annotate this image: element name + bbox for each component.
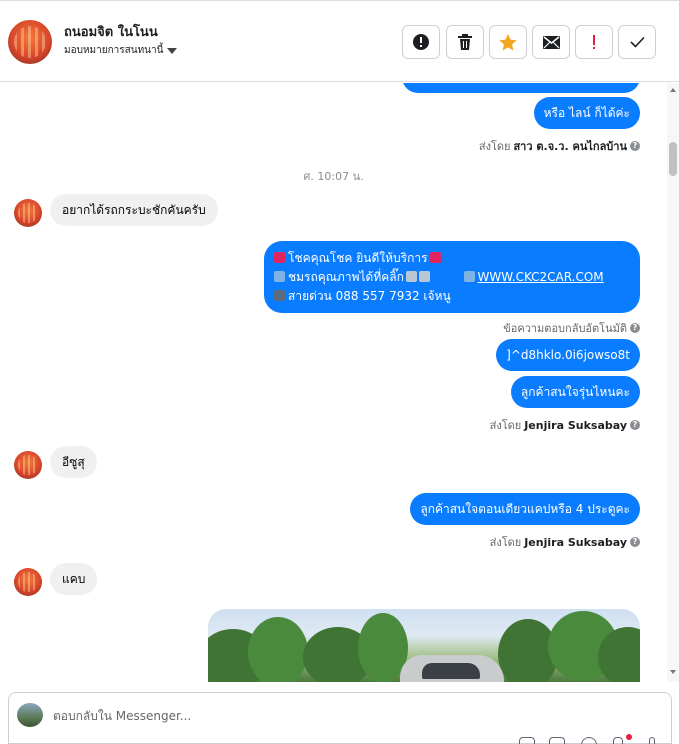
contact-avatar[interactable] <box>8 20 52 64</box>
sparkle-emoji-icon <box>274 252 285 263</box>
outgoing-message[interactable]: หรือ ไลน์ ก็ได้ค่ะ <box>533 97 640 129</box>
delete-button[interactable] <box>446 25 484 59</box>
outgoing-message-partial[interactable] <box>402 83 640 93</box>
exclamation-icon <box>593 35 595 49</box>
sent-by-label: ส่งโดย Jenjira Suksabay ? <box>490 533 640 551</box>
sent-by-agent: Jenjira Suksabay <box>524 535 627 549</box>
reply-input[interactable] <box>53 705 473 727</box>
done-button[interactable] <box>618 25 656 59</box>
contact-avatar-small[interactable] <box>14 568 42 596</box>
caret-down-icon <box>167 47 178 54</box>
scroll-up-arrow-icon[interactable] <box>670 88 676 92</box>
check-icon <box>629 36 645 48</box>
envelope-icon <box>542 35 560 49</box>
play-emoji-icon <box>274 271 285 282</box>
spam-button[interactable] <box>575 25 613 59</box>
sent-by-label: ส่งโดย Jenjira Suksabay ? <box>490 416 640 434</box>
tree-shape <box>248 617 308 682</box>
down-arrow-emoji-icon <box>418 271 430 282</box>
auto-reply-line-3: สายด่วน 088 557 7932 เจ้หนู <box>274 287 630 306</box>
auto-reply-message[interactable]: โชคคุณโชค ยินดีให้บริการ ชมรถคุณภาพได้ที… <box>264 241 640 313</box>
message-timestamp: ศ. 10:07 น. <box>303 170 364 183</box>
sparkle-emoji-icon <box>429 252 441 263</box>
scrollbar-thumb[interactable] <box>669 142 677 176</box>
star-button[interactable] <box>489 25 527 59</box>
contact-avatar-small[interactable] <box>14 451 42 479</box>
message-thread[interactable]: หรือ ไลน์ ก็ได้ค่ะ ส่งโดย สาว ต.จ.ว. คนไ… <box>0 83 667 682</box>
assign-conversation-dropdown[interactable]: มอบหมายการสนทนานี้ <box>64 43 178 58</box>
assign-label: มอบหมายการสนทนานี้ <box>64 45 164 56</box>
star-icon <box>499 33 517 50</box>
outgoing-message[interactable]: ลูกค้าสนใจตอนเดียวแคปหรือ 4 ประตูคะ <box>410 493 640 525</box>
alert-circle-icon <box>413 34 429 50</box>
incoming-message[interactable]: แคบ <box>50 563 98 595</box>
sent-by-agent: Jenjira Suksabay <box>524 418 627 432</box>
notification-dot <box>626 734 632 740</box>
contact-name[interactable]: ถนอมจิต ในโนน <box>64 21 158 42</box>
contact-avatar-small[interactable] <box>14 199 42 227</box>
auto-reply-line-1: โชคคุณโชค ยินดีให้บริการ <box>274 249 630 268</box>
incoming-message[interactable]: อยากได้รถกระบะชักคันครับ <box>50 194 218 226</box>
page-avatar <box>17 703 43 727</box>
website-link[interactable]: WWW.CKC2CAR.COM <box>478 270 604 284</box>
sent-by-agent: สาว ต.จ.ว. คนไกลบ้าน <box>513 140 627 153</box>
mark-unread-button[interactable] <box>532 25 570 59</box>
reply-composer <box>8 692 672 744</box>
phone-emoji-icon <box>274 290 285 301</box>
scroll-down-arrow-icon[interactable] <box>670 670 676 674</box>
sent-by-prefix: ส่งโดย <box>489 419 522 432</box>
sent-by-label: ส่งโดย สาว ต.จ.ว. คนไกลบ้าน ? <box>479 137 640 155</box>
info-icon[interactable]: ? <box>630 537 640 547</box>
info-icon[interactable]: ? <box>630 323 640 333</box>
truck-window-shape <box>422 663 480 679</box>
image-icon[interactable] <box>549 737 565 744</box>
sent-by-prefix: ส่งโดย <box>478 140 511 153</box>
outgoing-message[interactable]: ลูกค้าสนใจรุ่นไหนคะ <box>510 376 640 408</box>
like-icon[interactable] <box>613 737 623 744</box>
outgoing-message[interactable]: ]^d8hklo.0i6jowso8t <box>496 339 640 371</box>
conversation-header: ถนอมจิต ในโนน มอบหมายการสนทนานี้ <box>0 0 679 82</box>
info-icon[interactable]: ? <box>630 141 640 151</box>
outgoing-image-attachment[interactable] <box>208 609 640 682</box>
auto-reply-line-2: ชมรถคุณภาพได้ที่คลิ๊ก WWW.CKC2CAR.COM <box>274 268 630 287</box>
more-options-icon[interactable] <box>649 737 655 744</box>
down-arrow-emoji-icon <box>405 271 417 282</box>
emoji-icon[interactable] <box>581 737 597 744</box>
play-emoji-icon <box>463 271 475 282</box>
auto-reply-label: ข้อความตอบกลับอัตโนมัติ ? <box>503 319 640 337</box>
report-button[interactable] <box>402 25 440 59</box>
sent-by-prefix: ส่งโดย <box>489 536 522 549</box>
incoming-message[interactable]: อีซูสุ <box>50 446 97 478</box>
trash-icon <box>458 33 472 50</box>
info-icon[interactable]: ? <box>630 420 640 430</box>
attachment-icon[interactable] <box>519 737 535 744</box>
